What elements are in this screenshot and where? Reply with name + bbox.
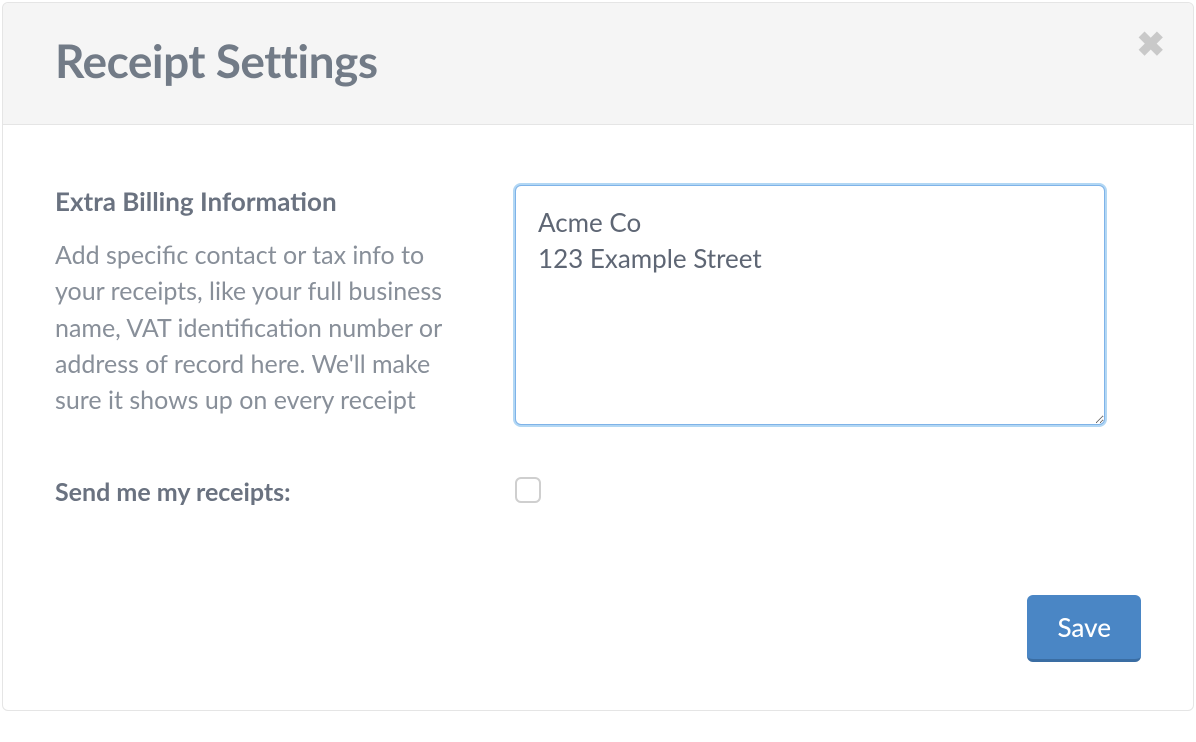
modal-footer: Save <box>3 595 1193 710</box>
billing-textarea[interactable] <box>515 185 1105 425</box>
save-button[interactable]: Save <box>1027 595 1141 662</box>
close-icon[interactable]: ✖ <box>1137 27 1166 61</box>
billing-label-col: Extra Billing Information Add specific c… <box>55 185 475 429</box>
receipts-input-col <box>515 477 1141 507</box>
receipts-label-col: Send me my receipts: <box>55 477 475 507</box>
billing-input-col <box>515 185 1141 429</box>
receipts-row: Send me my receipts: <box>55 477 1141 507</box>
billing-label-desc: Add specific contact or tax info to your… <box>55 237 465 418</box>
receipts-label: Send me my receipts: <box>55 477 475 507</box>
modal-header: Receipt Settings ✖ <box>3 3 1193 125</box>
modal-body: Extra Billing Information Add specific c… <box>3 125 1193 595</box>
billing-info-row: Extra Billing Information Add specific c… <box>55 185 1141 429</box>
receipts-checkbox[interactable] <box>515 477 541 503</box>
modal-title: Receipt Settings <box>55 33 1141 88</box>
receipt-settings-modal: Receipt Settings ✖ Extra Billing Informa… <box>2 2 1194 711</box>
billing-label-title: Extra Billing Information <box>55 185 475 217</box>
